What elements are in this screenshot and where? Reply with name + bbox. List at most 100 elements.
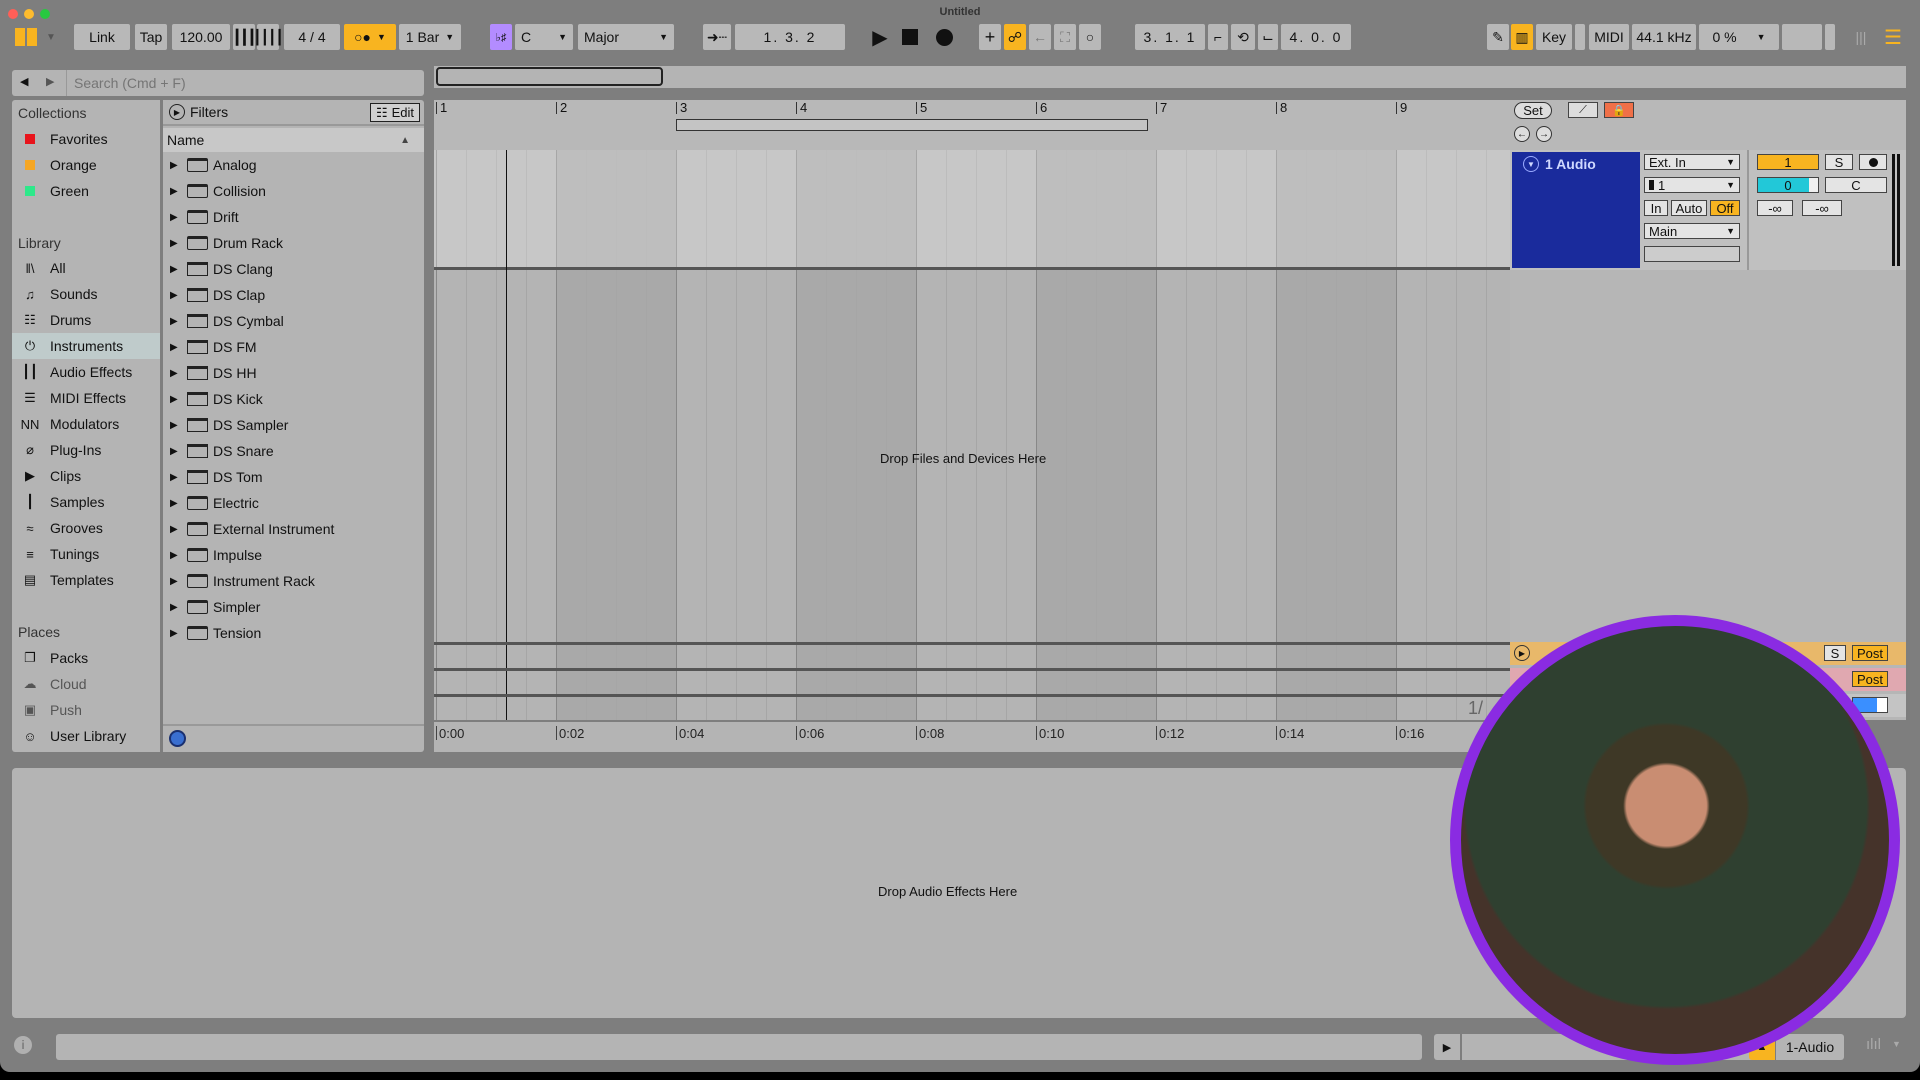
expand-arrow-icon[interactable]: ▶ xyxy=(170,446,182,457)
edit-button[interactable]: ☷ Edit xyxy=(369,103,420,122)
browser-list-item[interactable]: ▶ DS Cymbal xyxy=(163,308,424,334)
selected-track-label[interactable]: 1-Audio xyxy=(1776,1034,1844,1060)
automation-arm-button[interactable]: ☍ xyxy=(1004,24,1026,50)
scale-mode-dropdown[interactable]: Major ▼ xyxy=(578,24,674,50)
beat-time-ruler[interactable]: 1 2 3 4 5 6 7 8 9 xyxy=(434,100,1510,150)
expand-arrow-icon[interactable]: ▶ xyxy=(170,342,182,353)
sidebar-item-grooves[interactable]: ≈ Grooves xyxy=(12,515,160,541)
track-title-bar[interactable]: ▼ 1 Audio xyxy=(1512,152,1640,268)
tap-tempo-button[interactable]: Tap xyxy=(135,24,167,50)
record-button[interactable] xyxy=(932,24,956,50)
input-channel-dropdown[interactable]: 1 ▼ xyxy=(1644,177,1740,193)
return-a-post-button[interactable]: Post xyxy=(1852,645,1888,661)
collection-orange[interactable]: Orange xyxy=(12,152,160,178)
filters-toggle-icon[interactable]: ▶ xyxy=(169,104,185,120)
cpu-meter-dropdown[interactable]: 0 % ▼ xyxy=(1699,24,1779,50)
chevron-down-icon[interactable]: ▼ xyxy=(1892,1039,1901,1049)
return-track-b-lane[interactable] xyxy=(434,671,1510,694)
loop-length-field[interactable]: 4. 0. 0 xyxy=(1281,24,1351,50)
scale-mode-toggle[interactable]: ♭♯ xyxy=(490,24,512,50)
expand-arrow-icon[interactable]: ▶ xyxy=(170,368,182,379)
browser-list-item[interactable]: ▶ Electric xyxy=(163,490,424,516)
browser-list-item[interactable]: ▶ Tension xyxy=(163,620,424,646)
sidebar-item-audio-effects[interactable]: ┃┃ Audio Effects xyxy=(12,359,160,385)
arrangement-view-icon[interactable]: ☰ xyxy=(1882,24,1904,50)
browser-list-item[interactable]: ▶ DS HH xyxy=(163,360,424,386)
audio-track-header[interactable]: ▼ 1 Audio Ext. In ▼ 1 ▼ In Auto Off Main ▼ … xyxy=(1510,150,1906,270)
view-toggle-button[interactable] xyxy=(14,24,38,50)
tempo-nudge-down-icon[interactable]: ┃┃┃ xyxy=(233,24,256,50)
expand-arrow-icon[interactable]: ▶ xyxy=(170,290,182,301)
input-type-dropdown[interactable]: Ext. In ▼ xyxy=(1644,154,1740,170)
time-ruler[interactable]: 0:00 0:02 0:04 0:06 0:08 0:10 0:12 0:14 0:16 xyxy=(434,722,1510,752)
arrangement-overview[interactable] xyxy=(434,66,1906,88)
sidebar-item-cloud[interactable]: ☁ Cloud xyxy=(12,671,160,697)
browser-list-item[interactable]: ▶ Drum Rack xyxy=(163,230,424,256)
audio-track-lane[interactable] xyxy=(434,150,1510,270)
overview-viewport[interactable] xyxy=(436,67,663,86)
punch-in-button[interactable]: ⌐ xyxy=(1208,24,1228,50)
sidebar-item-tunings[interactable]: ≡ Tunings xyxy=(12,541,160,567)
punch-out-button[interactable]: ⌙ xyxy=(1258,24,1278,50)
next-locator-button[interactable]: → xyxy=(1536,126,1552,142)
pan-knob[interactable]: C xyxy=(1825,177,1887,193)
expand-arrow-icon[interactable]: ▶ xyxy=(170,264,182,275)
monitor-off-button[interactable]: Off xyxy=(1710,200,1740,216)
lock-envelopes-button[interactable]: 🔒 xyxy=(1604,102,1634,118)
monitor-in-button[interactable]: In xyxy=(1644,200,1668,216)
session-record-button[interactable]: ○ xyxy=(1079,24,1101,50)
view-menu-chevron-icon[interactable]: ▼ xyxy=(44,24,58,50)
quantize-dropdown[interactable]: 1 Bar ▼ xyxy=(399,24,461,50)
preview-headphones-icon[interactable] xyxy=(169,730,186,747)
link-button[interactable]: Link xyxy=(74,24,130,50)
arrangement-position-field[interactable]: 1. 3. 2 xyxy=(735,24,845,50)
send-b-field[interactable]: -∞ xyxy=(1802,200,1842,216)
browser-list-item[interactable]: ▶ Impulse xyxy=(163,542,424,568)
sidebar-item-templates[interactable]: ▤ Templates xyxy=(12,567,160,593)
browser-list-item[interactable]: ▶ DS Clap xyxy=(163,282,424,308)
expand-arrow-icon[interactable]: ▶ xyxy=(170,576,182,587)
loop-brace[interactable] xyxy=(676,119,1148,131)
play-button[interactable]: ▶ xyxy=(868,24,892,50)
sidebar-item-clips[interactable]: ▶ Clips xyxy=(12,463,160,489)
sidebar-item-modulators[interactable]: NN Modulators xyxy=(12,411,160,437)
previous-locator-button[interactable]: ← xyxy=(1514,126,1530,142)
midi-map-button[interactable]: MIDI xyxy=(1589,24,1629,50)
browser-list-item[interactable]: ▶ Analog xyxy=(163,152,424,178)
collection-favorites[interactable]: Favorites xyxy=(12,126,160,152)
expand-arrow-icon[interactable]: ▶ xyxy=(170,472,182,483)
expand-arrow-icon[interactable]: ▶ xyxy=(170,160,182,171)
loop-start-field[interactable]: 3. 1. 1 xyxy=(1135,24,1205,50)
sidebar-item-drums[interactable]: ☷ Drums xyxy=(12,307,160,333)
scale-root-dropdown[interactable]: C ▼ xyxy=(515,24,573,50)
tempo-field[interactable]: 120.00 xyxy=(172,24,230,50)
main-track-lane[interactable] xyxy=(434,697,1510,720)
overdub-button[interactable]: + xyxy=(979,24,1001,50)
expand-arrow-icon[interactable]: ▶ xyxy=(170,394,182,405)
draw-mode-button[interactable]: ✎ xyxy=(1487,24,1509,50)
browser-list-item[interactable]: ▶ Collision xyxy=(163,178,424,204)
sidebar-item-push[interactable]: ▣ Push xyxy=(12,697,160,723)
sidebar-item-instruments[interactable]: ⏻ Instruments xyxy=(12,333,160,359)
return-track-a-lane[interactable] xyxy=(434,645,1510,668)
sidebar-item-sounds[interactable]: ♫ Sounds xyxy=(12,281,160,307)
name-column-header[interactable]: Name ▲ xyxy=(163,128,424,152)
expand-arrow-icon[interactable]: ▶ xyxy=(170,524,182,535)
expand-arrow-icon[interactable]: ▶ xyxy=(170,316,182,327)
forward-arrow-icon[interactable]: ▶ xyxy=(46,75,54,88)
set-locator-button[interactable]: Set xyxy=(1514,102,1552,119)
sidebar-item-packs[interactable]: ❐ Packs xyxy=(12,645,160,671)
return-b-post-button[interactable]: Post xyxy=(1852,671,1888,687)
back-to-arrangement-button[interactable]: ← xyxy=(1029,24,1051,50)
tempo-nudge-up-icon[interactable]: ┃┃┃┃ xyxy=(253,24,284,50)
expand-arrow-icon[interactable]: ▶ xyxy=(170,628,182,639)
send-a-field[interactable]: -∞ xyxy=(1757,200,1793,216)
volume-slider[interactable]: 0 xyxy=(1757,177,1819,193)
session-view-icon[interactable]: ||| xyxy=(1850,24,1872,50)
collection-green[interactable]: Green xyxy=(12,178,160,204)
browser-list-item[interactable]: ▶ Instrument Rack xyxy=(163,568,424,594)
browser-list-item[interactable]: ▶ DS FM xyxy=(163,334,424,360)
sidebar-item-all[interactable]: ‖\ All xyxy=(12,255,160,281)
expand-arrow-icon[interactable]: ▶ xyxy=(170,212,182,223)
output-channel-field[interactable] xyxy=(1644,246,1740,262)
